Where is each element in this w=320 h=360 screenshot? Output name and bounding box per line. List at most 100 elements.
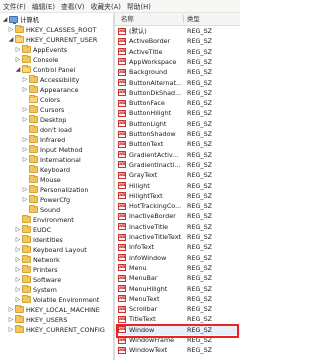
tree-node-dont-load[interactable]: don't load xyxy=(22,125,72,135)
column-header-name[interactable]: 名称 xyxy=(121,13,134,25)
tree-node-eudc[interactable]: ▷ EUDC xyxy=(15,225,51,235)
registry-values-list[interactable]: 名称 类型 ab (默认) REG_SZ ab ActiveBorder REG_SZ ab… xyxy=(115,13,240,360)
column-separator[interactable] xyxy=(183,15,184,23)
expand-icon[interactable]: ▷ xyxy=(15,245,21,255)
tree-node-hku[interactable]: ▷ HKEY_USERS xyxy=(8,315,67,325)
tree-node-software[interactable]: ▷ Software xyxy=(15,275,61,285)
tree-node-identities[interactable]: ▷ Identities xyxy=(15,235,63,245)
expand-icon[interactable]: ▷ xyxy=(22,145,28,155)
collapse-icon[interactable]: ◢ xyxy=(8,35,14,45)
tree-node-hklm[interactable]: ▷ HKEY_LOCAL_MACHINE xyxy=(8,305,100,315)
tree-node-environment[interactable]: Environment xyxy=(15,215,74,225)
expand-icon[interactable]: ▷ xyxy=(22,105,28,115)
tree-node-control-panel[interactable]: ◢ Control Panel xyxy=(15,65,75,75)
value-row[interactable]: ab Hilight REG_SZ xyxy=(115,181,240,191)
expand-icon[interactable]: ▷ xyxy=(22,115,28,125)
value-row[interactable]: ab (默认) REG_SZ xyxy=(115,26,240,36)
tree-node-appevents[interactable]: ▷ AppEvents xyxy=(15,45,67,55)
value-row[interactable]: ab TitleText REG_SZ xyxy=(115,314,240,324)
expand-icon[interactable]: ▷ xyxy=(15,285,21,295)
expand-icon[interactable]: ▷ xyxy=(22,155,28,165)
registry-tree[interactable]: ◢ 计算机 ▷ HKEY_CLASSES_ROOT ◢ HKEY_CURRENT_US… xyxy=(0,13,113,360)
expand-icon[interactable]: ▷ xyxy=(15,235,21,245)
tree-node-cursors[interactable]: ▷ Cursors xyxy=(22,105,64,115)
expand-icon[interactable]: ▷ xyxy=(22,135,28,145)
value-row[interactable]: ab ActiveTitle REG_SZ xyxy=(115,47,240,57)
expand-icon[interactable]: ▷ xyxy=(22,85,28,95)
expand-icon[interactable]: ▷ xyxy=(8,325,14,335)
tree-node-colors[interactable]: Colors xyxy=(22,95,60,105)
expand-icon[interactable]: ▷ xyxy=(22,195,28,205)
value-row[interactable]: ab Menu REG_SZ xyxy=(115,263,240,273)
expand-icon[interactable]: ▷ xyxy=(22,185,28,195)
value-row[interactable]: ab HotTrackingCo... REG_SZ xyxy=(115,201,240,211)
value-row[interactable]: ab InactiveTitle REG_SZ xyxy=(115,222,240,232)
value-row[interactable]: ab MenuText REG_SZ xyxy=(115,294,240,304)
value-row[interactable]: ab GradientActiv... REG_SZ xyxy=(115,150,240,160)
value-row[interactable]: ab ButtonAlternat... REG_SZ xyxy=(115,78,240,88)
tree-node-accessibility[interactable]: ▷ Accessibility xyxy=(22,75,79,85)
expand-icon[interactable]: ▷ xyxy=(15,255,21,265)
value-row[interactable]: ab AppWorkspace REG_SZ xyxy=(115,57,240,67)
expand-icon[interactable]: ▷ xyxy=(15,225,21,235)
value-row[interactable]: ab Scrollbar REG_SZ xyxy=(115,304,240,314)
tree-node-console[interactable]: ▷ Console xyxy=(15,55,58,65)
value-row[interactable]: ab GrayText REG_SZ xyxy=(115,170,240,180)
value-row[interactable]: ab MenuBar REG_SZ xyxy=(115,273,240,283)
tree-node-printers[interactable]: ▷ Printers xyxy=(15,265,58,275)
tree-node-personalization[interactable]: ▷ Personalization xyxy=(22,185,88,195)
expand-icon[interactable]: ▷ xyxy=(15,275,21,285)
value-row[interactable]: ab InactiveTitleText REG_SZ xyxy=(115,232,240,242)
tree-node-powercfg[interactable]: ▷ PowerCfg xyxy=(22,195,70,205)
menu-file[interactable]: 文件(F) xyxy=(0,1,29,11)
value-row[interactable]: ab HilightText REG_SZ xyxy=(115,191,240,201)
menu-edit[interactable]: 编辑(E) xyxy=(29,1,58,11)
value-row[interactable]: ab ButtonShadow REG_SZ xyxy=(115,129,240,139)
value-row[interactable]: ab InfoText REG_SZ xyxy=(115,242,240,252)
tree-node-system[interactable]: ▷ System xyxy=(15,285,57,295)
expand-icon[interactable]: ▷ xyxy=(8,25,14,35)
collapse-icon[interactable]: ◢ xyxy=(2,15,8,25)
value-row[interactable]: ab MenuHilight REG_SZ xyxy=(115,284,240,294)
tree-node-keyboard[interactable]: Keyboard xyxy=(22,165,70,175)
tree-node-hkcc[interactable]: ▷ HKEY_CURRENT_CONFIG xyxy=(8,325,105,335)
expand-icon[interactable]: ▷ xyxy=(15,45,21,55)
value-row[interactable]: ab InfoWindow REG_SZ xyxy=(115,253,240,263)
value-row[interactable]: ab Window REG_SZ xyxy=(115,324,240,335)
tree-node-sound[interactable]: Sound xyxy=(22,205,60,215)
expand-icon[interactable]: ▷ xyxy=(8,305,14,315)
tree-node-input-method[interactable]: ▷ Input Method xyxy=(22,145,83,155)
tree-node-computer[interactable]: ◢ 计算机 xyxy=(2,15,39,25)
menu-help[interactable]: 帮助(H) xyxy=(124,1,154,11)
tree-node-desktop[interactable]: ▷ Desktop xyxy=(22,115,66,125)
expand-icon[interactable]: ▷ xyxy=(15,265,21,275)
tree-node-volatile-environment[interactable]: ▷ Volatile Environment xyxy=(15,295,99,305)
value-row[interactable]: ab ButtonLight REG_SZ xyxy=(115,119,240,129)
tree-node-hkcu[interactable]: ◢ HKEY_CURRENT_USER xyxy=(8,35,97,45)
collapse-icon[interactable]: ◢ xyxy=(15,65,21,75)
value-row[interactable]: ab ButtonHilight REG_SZ xyxy=(115,108,240,118)
expand-icon[interactable]: ▷ xyxy=(15,55,21,65)
column-header-type[interactable]: 类型 xyxy=(187,13,200,25)
expand-icon[interactable]: ▷ xyxy=(15,295,21,305)
value-row[interactable]: ab WindowText REG_SZ xyxy=(115,345,240,355)
tree-node-international[interactable]: ▷ International xyxy=(22,155,81,165)
value-row[interactable]: ab ButtonFace REG_SZ xyxy=(115,98,240,108)
tree-node-infrared[interactable]: ▷ Infrared xyxy=(22,135,65,145)
tree-node-keyboard-layout[interactable]: ▷ Keyboard Layout xyxy=(15,245,87,255)
tree-node-hkcr[interactable]: ▷ HKEY_CLASSES_ROOT xyxy=(8,25,96,35)
expand-icon[interactable]: ▷ xyxy=(22,75,28,85)
tree-node-appearance[interactable]: ▷ Appearance xyxy=(22,85,78,95)
menu-favorites[interactable]: 收藏夹(A) xyxy=(88,1,124,11)
value-row[interactable]: ab ButtonText REG_SZ xyxy=(115,139,240,149)
tree-node-mouse[interactable]: Mouse xyxy=(22,175,61,185)
value-row[interactable]: ab InactiveBorder REG_SZ xyxy=(115,211,240,221)
expand-icon[interactable]: ▷ xyxy=(8,315,14,325)
value-row[interactable]: ab ActiveBorder REG_SZ xyxy=(115,36,240,46)
value-row[interactable]: ab Background REG_SZ xyxy=(115,67,240,77)
value-row[interactable]: ab ButtonDkShad... REG_SZ xyxy=(115,88,240,98)
menu-view[interactable]: 查看(V) xyxy=(58,1,88,11)
value-row[interactable]: ab WindowFrame REG_SZ xyxy=(115,335,240,345)
tree-node-network[interactable]: ▷ Network xyxy=(15,255,60,265)
value-row[interactable]: ab GradientInacti... REG_SZ xyxy=(115,160,240,170)
